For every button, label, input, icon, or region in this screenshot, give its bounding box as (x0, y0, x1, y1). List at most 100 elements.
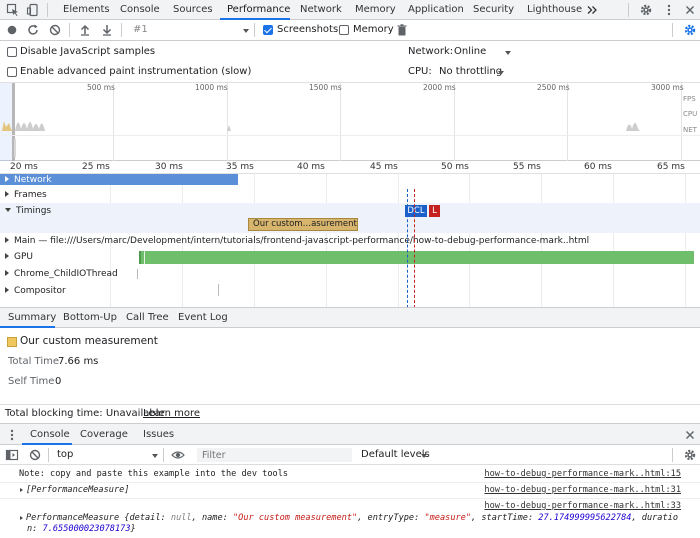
main-track-header[interactable]: Main — file:///Users/marc/Development/in… (5, 236, 589, 246)
object-key: , duratio (631, 513, 679, 523)
drawer-menu-kebab-icon[interactable] (5, 428, 19, 442)
profile-select[interactable]: #1 (133, 24, 148, 35)
cpu-throttle-label: CPU: (408, 66, 432, 77)
tab-sources[interactable]: Sources (173, 0, 213, 20)
overview-tick: 500 ms (87, 83, 115, 92)
child-io-thread-track-header[interactable]: Chrome_ChildIOThread (5, 269, 118, 279)
kebab-menu-icon[interactable] (662, 3, 676, 17)
advanced-paint-checkbox[interactable] (7, 67, 17, 77)
total-time-value: 7.66 ms (58, 356, 99, 367)
overview-tick: 2000 ms (423, 83, 456, 92)
compositor-track-label: Compositor (14, 286, 66, 296)
load-marker[interactable]: L (429, 205, 440, 217)
tab-security[interactable]: Security (473, 0, 514, 20)
overview-tick: 3000 ms (651, 83, 684, 92)
ruler-tick: 40 ms (297, 162, 325, 172)
custom-measure-bar[interactable]: Our custom…asurement (248, 218, 358, 231)
ruler-tick: 55 ms (513, 162, 541, 172)
context-select[interactable]: top (57, 449, 73, 460)
ruler-tick: 45 ms (370, 162, 398, 172)
network-throttle-select[interactable]: Online (454, 46, 486, 57)
drawer-tab-issues[interactable]: Issues (143, 425, 174, 445)
tab-event-log[interactable]: Event Log (178, 308, 228, 328)
ruler-tick: 25 ms (82, 162, 110, 172)
settings-gear-icon[interactable] (639, 3, 653, 17)
console-log-message-continued: n: 7.655000023078173} (27, 524, 136, 534)
record-icon[interactable] (5, 23, 19, 37)
memory-checkbox[interactable] (339, 25, 349, 35)
tab-performance[interactable]: Performance (227, 0, 290, 20)
tab-network[interactable]: Network (300, 0, 342, 20)
clear-icon[interactable] (48, 23, 62, 37)
drawer-tab-coverage[interactable]: Coverage (80, 425, 128, 445)
timeline-tracks[interactable]: Network Frames Timings Our custom…asurem… (0, 174, 700, 308)
clear-console-icon[interactable] (28, 448, 42, 462)
network-throttle-chevron-icon[interactable] (505, 51, 511, 55)
tab-bottom-up[interactable]: Bottom-Up (63, 308, 117, 328)
detail-tab-bar: Summary Bottom-Up Call Tree Event Log (0, 308, 700, 328)
console-messages[interactable]: Note: copy and paste this example into t… (0, 465, 700, 538)
cpu-throttle-select[interactable]: No throttling (439, 66, 502, 77)
tab-elements[interactable]: Elements (63, 0, 110, 20)
console-source-link[interactable]: how-to-debug-performance-mark..html:33 (484, 501, 681, 511)
tab-console[interactable]: Console (120, 0, 160, 20)
device-toolbar-icon[interactable] (26, 3, 40, 17)
load-profile-icon[interactable] (78, 23, 92, 37)
disable-js-samples-checkbox[interactable] (7, 47, 17, 57)
save-profile-icon[interactable] (100, 23, 114, 37)
object-type-name: PerformanceMeasure { (26, 513, 130, 523)
log-levels-select[interactable]: Default levels (361, 449, 430, 460)
console-log-message[interactable]: [PerformanceMeasure] (20, 485, 129, 495)
gpu-track-header[interactable]: GPU (5, 252, 33, 262)
console-log-message[interactable]: PerformanceMeasure {detail: null, name: … (20, 513, 678, 523)
gpu-activity-bar[interactable] (139, 251, 694, 264)
tab-application[interactable]: Application (408, 0, 464, 20)
tab-memory[interactable]: Memory (355, 0, 396, 20)
learn-more-link[interactable]: Learn more (143, 408, 200, 419)
capture-settings-gear-icon[interactable] (683, 23, 697, 37)
live-expression-eye-icon[interactable] (171, 448, 185, 462)
drawer-tab-console[interactable]: Console (30, 425, 70, 445)
object-value: "Our custom measurement" (233, 513, 358, 523)
performance-measure-array: [PerformanceMeasure] (26, 485, 130, 495)
timeline-overview[interactable]: 500 ms 1000 ms 1500 ms 2000 ms 2500 ms 3… (0, 83, 700, 161)
dcl-marker[interactable]: DCL (405, 205, 427, 217)
devtools-tab-bar: Elements Console Sources Performance Net… (0, 0, 700, 20)
screenshots-label: Screenshots (277, 24, 339, 35)
close-devtools-icon[interactable] (683, 3, 697, 17)
tab-lighthouse[interactable]: Lighthouse (527, 0, 582, 20)
collect-garbage-trash-icon[interactable] (395, 23, 409, 37)
close-drawer-icon[interactable] (683, 428, 697, 442)
timings-track-header[interactable]: Timings (5, 206, 51, 216)
object-key: detail: (129, 513, 171, 523)
context-select-chevron-icon[interactable] (152, 454, 158, 458)
cpu-throttle-chevron-icon[interactable] (498, 71, 504, 75)
console-sidebar-toggle-icon[interactable] (5, 448, 19, 462)
console-settings-gear-icon[interactable] (683, 448, 697, 462)
console-filter-input[interactable] (197, 448, 352, 462)
timings-track-label: Timings (16, 206, 52, 216)
more-tabs-icon[interactable] (585, 3, 599, 17)
log-levels-chevron-icon[interactable] (421, 454, 427, 458)
frames-track-header[interactable]: Frames (5, 190, 47, 200)
tab-summary[interactable]: Summary (8, 308, 56, 328)
tab-call-tree[interactable]: Call Tree (126, 308, 169, 328)
overview-tick: 1000 ms (195, 83, 228, 92)
console-source-link[interactable]: how-to-debug-performance-mark..html:15 (484, 469, 681, 479)
profile-select-chevron-icon[interactable] (243, 29, 249, 33)
reload-profile-icon[interactable] (26, 23, 40, 37)
network-track-label: Network (14, 175, 52, 185)
load-line (414, 189, 415, 307)
screenshots-checkbox[interactable] (263, 25, 273, 35)
object-value: null (170, 513, 192, 523)
total-blocking-time-text: Total blocking time: Unavailable (5, 408, 165, 419)
inspect-element-icon[interactable] (6, 3, 20, 17)
console-source-link[interactable]: how-to-debug-performance-mark..html:31 (484, 485, 681, 495)
overview-tick: 1500 ms (309, 83, 342, 92)
compositor-track-header[interactable]: Compositor (5, 286, 66, 296)
network-track-header[interactable]: Network (5, 175, 52, 185)
ruler-tick: 35 ms (226, 162, 254, 172)
drawer-tab-bar: Console Coverage Issues (0, 424, 700, 445)
frames-track-label: Frames (14, 190, 47, 200)
event-color-swatch (7, 337, 17, 347)
